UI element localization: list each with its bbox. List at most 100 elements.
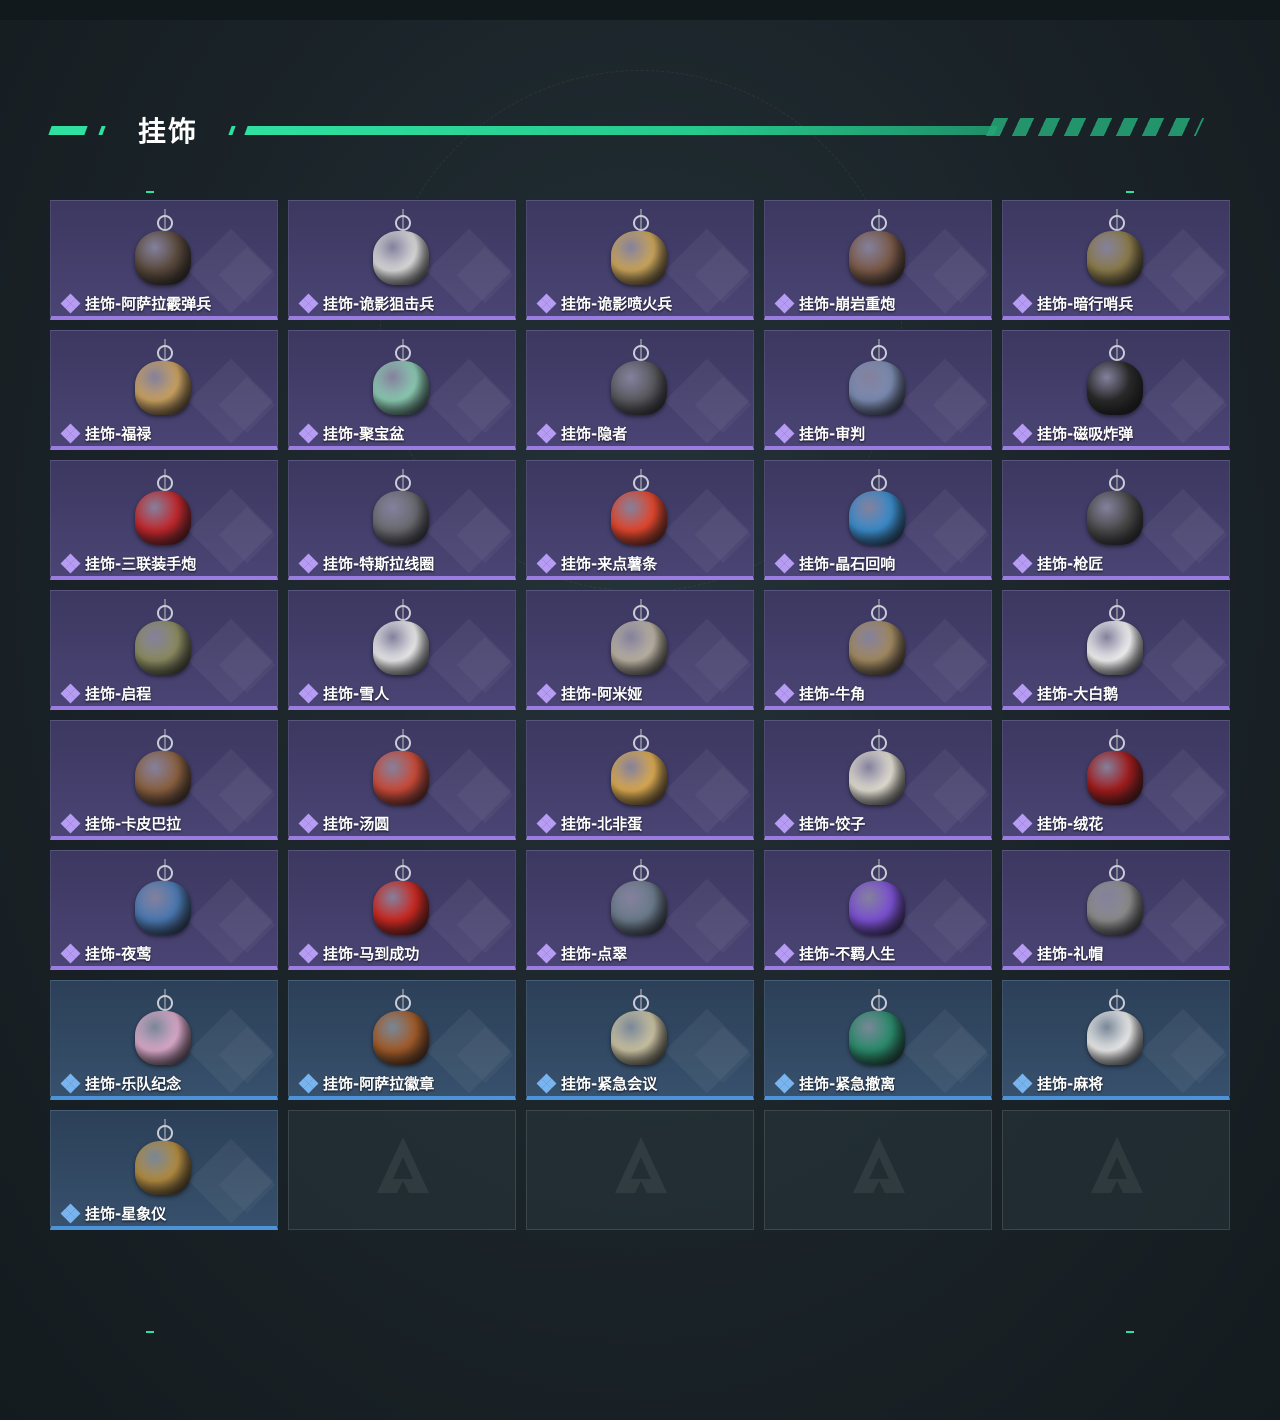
charm-image [611,361,667,415]
charm-card[interactable]: 挂饰-卡皮巴拉 [50,720,278,840]
card-label-row: 挂饰-磁吸炸弹 [1012,423,1133,444]
card-label-row: 挂饰-特斯拉线圈 [298,553,435,574]
keyring-icon [1109,475,1125,491]
card-label-row: 挂饰-三联装手炮 [60,553,197,574]
charm-card[interactable]: 挂饰-阿萨拉徽章 [288,980,516,1100]
rarity-diamond-icon [536,1073,557,1094]
rarity-diamond-icon [298,813,319,834]
section-header: 挂饰 [0,100,1280,160]
charm-card[interactable]: 挂饰-枪匠 [1002,460,1230,580]
keyring-icon [633,475,649,491]
charm-card[interactable]: 挂饰-聚宝盆 [288,330,516,450]
charm-card[interactable]: 挂饰-特斯拉线圈 [288,460,516,580]
rarity-diamond-icon [536,943,557,964]
charm-card[interactable]: 挂饰-紧急撤离 [764,980,992,1100]
charm-card[interactable]: 挂饰-三联装手炮 [50,460,278,580]
charm-card[interactable]: 挂饰-启程 [50,590,278,710]
charm-card[interactable]: 挂饰-牛角 [764,590,992,710]
card-label-row: 挂饰-审判 [774,423,866,444]
card-label-row: 挂饰-枪匠 [1012,553,1103,574]
charm-card[interactable]: 挂饰-来点薯条 [526,460,754,580]
charm-card[interactable]: 挂饰-星象仪 [50,1110,278,1230]
charm-card[interactable]: 挂饰-隐者 [526,330,754,450]
charm-card[interactable]: 挂饰-阿米娅 [526,590,754,710]
charm-image [373,881,429,935]
rarity-diamond-icon [1012,683,1033,704]
charm-name: 挂饰-紧急会议 [561,1074,658,1093]
charm-card[interactable]: 挂饰-暗行哨兵 [1002,200,1230,320]
charm-card[interactable]: 挂饰-点翠 [526,850,754,970]
rarity-diamond-icon [774,553,795,574]
keyring-icon [633,995,649,1011]
rarity-diamond-icon [1012,813,1033,834]
charm-image [611,491,667,545]
charm-card[interactable]: 挂饰-诡影狙击兵 [288,200,516,320]
charm-card[interactable]: 挂饰-乐队纪念 [50,980,278,1100]
charm-image [849,1011,905,1065]
corner-tick [1126,1331,1134,1333]
charm-image [611,881,667,935]
empty-slot [764,1110,992,1230]
charm-card[interactable]: 挂饰-福禄 [50,330,278,450]
charm-card[interactable]: 挂饰-审判 [764,330,992,450]
charm-name: 挂饰-礼帽 [1037,944,1104,963]
charm-card[interactable]: 挂饰-大白鹅 [1002,590,1230,710]
card-label-row: 挂饰-诡影喷火兵 [536,293,672,314]
keyring-icon [633,215,649,231]
charm-image [135,881,191,935]
keyring-icon [395,345,411,361]
card-label-row: 挂饰-饺子 [774,813,865,834]
rarity-diamond-icon [298,553,319,574]
charm-card[interactable]: 挂饰-麻将 [1002,980,1230,1100]
game-logo-icon [853,1137,905,1193]
section-title: 挂饰 [138,115,199,148]
charm-card[interactable]: 挂饰-崩岩重炮 [764,200,992,320]
charm-card[interactable]: 挂饰-夜莺 [50,850,278,970]
charm-card[interactable]: 挂饰-不羁人生 [764,850,992,970]
charm-card[interactable]: 挂饰-饺子 [764,720,992,840]
charm-image [135,1011,191,1065]
keyring-icon [871,605,887,621]
charm-name: 挂饰-来点薯条 [561,554,658,573]
charm-image [849,751,905,805]
charm-card[interactable]: 挂饰-紧急会议 [526,980,754,1100]
card-label-row: 挂饰-牛角 [774,683,865,704]
card-label-row: 挂饰-马到成功 [298,943,419,964]
rarity-diamond-icon [774,683,795,704]
keyring-icon [1109,215,1125,231]
charm-name: 挂饰-特斯拉线圈 [323,554,435,573]
card-label-row: 挂饰-福禄 [60,423,152,444]
charm-card[interactable]: 挂饰-晶石回响 [764,460,992,580]
keyring-icon [157,1125,173,1141]
keyring-icon [1109,865,1125,881]
keyring-icon [871,865,887,881]
charm-card[interactable]: 挂饰-阿萨拉霰弹兵 [50,200,278,320]
keyring-icon [1109,995,1125,1011]
charm-card[interactable]: 挂饰-绒花 [1002,720,1230,840]
charm-card[interactable]: 挂饰-北非蛋 [526,720,754,840]
charm-name: 挂饰-雪人 [323,684,390,703]
charm-card[interactable]: 挂饰-雪人 [288,590,516,710]
charm-image [1087,751,1143,805]
keyring-icon [633,345,649,361]
charm-image [135,1141,191,1195]
charm-image [1087,231,1143,285]
keyring-icon [395,735,411,751]
charm-name: 挂饰-点翠 [561,944,628,963]
rarity-diamond-icon [774,813,795,834]
rarity-diamond-icon [774,943,795,964]
charm-name: 挂饰-审判 [799,424,866,443]
charm-image [611,231,667,285]
empty-slot [288,1110,516,1230]
keyring-icon [395,865,411,881]
charm-card[interactable]: 挂饰-汤圆 [288,720,516,840]
charm-image [849,361,905,415]
charm-name: 挂饰-福禄 [85,424,152,443]
charm-card[interactable]: 挂饰-诡影喷火兵 [526,200,754,320]
keyring-icon [157,865,173,881]
charm-card[interactable]: 挂饰-马到成功 [288,850,516,970]
charm-card[interactable]: 挂饰-礼帽 [1002,850,1230,970]
charm-name: 挂饰-三联装手炮 [85,554,197,573]
header-accent [98,126,106,135]
charm-card[interactable]: 挂饰-磁吸炸弹 [1002,330,1230,450]
